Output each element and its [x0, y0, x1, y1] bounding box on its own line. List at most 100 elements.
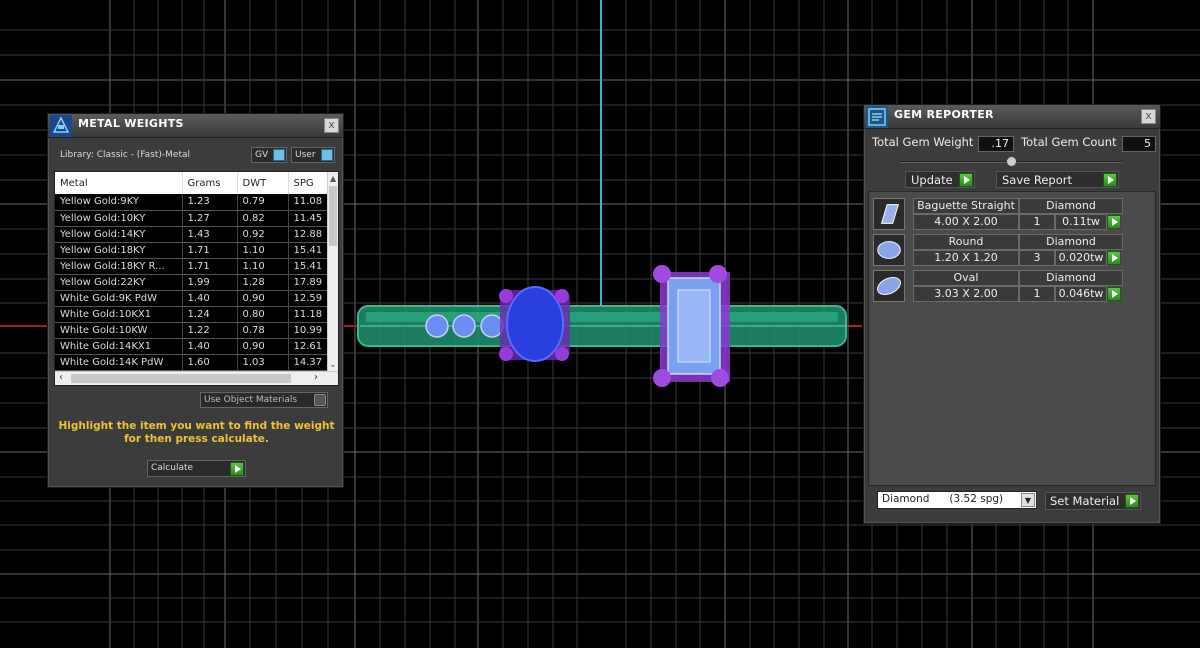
table-row[interactable]: Yellow Gold:10KY 1.27 0.82 11.45 — [55, 210, 334, 227]
gem-shape: Baguette Straight — [913, 198, 1019, 214]
user-toggle-label: User — [295, 150, 316, 160]
gem-reporter-titlebar[interactable]: GEM REPORTER x — [864, 105, 1160, 129]
table-row[interactable]: White Gold:14KX1 1.40 0.90 12.61 — [55, 338, 334, 355]
scroll-thumb[interactable] — [71, 374, 291, 383]
play-arrow-icon[interactable] — [1107, 287, 1121, 301]
close-icon[interactable]: x — [324, 118, 339, 133]
metal-table: Metal Grams DWT SPG Yellow Gold:9KY 1.23 0… — [54, 171, 339, 386]
slider-knob[interactable] — [1006, 156, 1017, 167]
total-gem-weight-label: Total Gem Weight — [872, 135, 974, 149]
metal-cell: Yellow Gold:22KY — [55, 274, 183, 291]
grams-cell: 1.71 — [182, 258, 238, 275]
gem-count: 1 — [1019, 286, 1055, 302]
gv-toggle-label: GV — [255, 150, 269, 160]
gem-size: 4.00 X 2.00 — [913, 214, 1019, 230]
table-row[interactable]: White Gold:10KX1 1.24 0.80 11.18 — [55, 306, 334, 323]
metal-cell: Yellow Gold:9KY — [55, 194, 183, 211]
update-label: Update — [911, 173, 953, 187]
update-button[interactable]: Update — [905, 171, 975, 188]
round-gem-icon — [873, 234, 905, 266]
metal-weights-icon — [50, 115, 72, 137]
gv-toggle[interactable]: GV — [251, 147, 287, 163]
instruction-text: Highlight the item you want to find the … — [58, 420, 335, 445]
save-report-button[interactable]: Save Report — [996, 171, 1119, 188]
table-row[interactable]: Yellow Gold:9KY 1.23 0.79 11.08 — [55, 194, 334, 211]
gem-list-item[interactable]: Oval Diamond 3.03 X 2.00 1 0.046tw — [873, 270, 1131, 302]
metal-weights-panel: METAL WEIGHTS x Library: Classic - (Fast… — [47, 113, 344, 488]
use-object-materials-label: Use Object Materials — [204, 395, 298, 405]
scroll-left-icon[interactable]: ‹ — [59, 372, 63, 383]
metal-cell: Yellow Gold:18KY — [55, 242, 183, 259]
dwt-cell: 1.03 — [237, 354, 289, 371]
scroll-thumb[interactable] — [329, 186, 337, 246]
gem-shape: Oval — [913, 270, 1019, 286]
scroll-right-icon[interactable]: › — [314, 372, 318, 383]
gem-count: 1 — [1019, 214, 1055, 230]
gem-weight: 0.046tw — [1055, 286, 1107, 302]
close-icon[interactable]: x — [1141, 109, 1156, 124]
table-row[interactable]: White Gold:9K PdW 1.40 0.90 12.59 — [55, 290, 334, 307]
gem-size: 1.20 X 1.20 — [913, 250, 1019, 266]
dwt-cell: 0.90 — [237, 290, 289, 307]
gem-list-item[interactable]: Baguette Straight Diamond 4.00 X 2.00 1 … — [873, 198, 1131, 230]
column-header-grams[interactable]: Grams — [182, 172, 238, 194]
metal-cell: White Gold:9K PdW — [55, 290, 183, 307]
table-row[interactable]: White Gold:14K PdW 1.60 1.03 14.37 — [55, 354, 334, 371]
oval-gem-icon — [873, 270, 905, 302]
grams-cell: 1.40 — [182, 290, 238, 307]
metal-weights-title: METAL WEIGHTS — [78, 117, 184, 130]
metal-cell: Yellow Gold:10KY — [55, 210, 183, 227]
column-header-dwt[interactable]: DWT — [237, 172, 289, 194]
table-row[interactable]: White Gold:10KW 1.22 0.78 10.99 — [55, 322, 334, 339]
total-gem-count-value: 5 — [1122, 136, 1156, 152]
user-toggle[interactable]: User — [291, 147, 335, 163]
metal-cell: White Gold:14K PdW — [55, 354, 183, 371]
table-row[interactable]: Yellow Gold:18KY R... 1.71 1.10 15.41 — [55, 258, 334, 275]
metal-weights-titlebar[interactable]: METAL WEIGHTS x — [48, 114, 343, 138]
table-row[interactable]: Yellow Gold:22KY 1.99 1.28 17.89 — [55, 274, 334, 291]
dwt-cell: 0.79 — [237, 194, 289, 211]
grams-cell: 1.23 — [182, 194, 238, 211]
column-header-metal[interactable]: Metal — [55, 172, 183, 194]
gem-weight: 0.020tw — [1055, 250, 1107, 266]
set-material-button[interactable]: Set Material — [1045, 492, 1141, 510]
grams-cell: 1.71 — [182, 242, 238, 259]
gem-size: 3.03 X 2.00 — [913, 286, 1019, 302]
gem-list: Baguette Straight Diamond 4.00 X 2.00 1 … — [868, 191, 1156, 486]
play-arrow-icon — [1125, 494, 1139, 508]
library-label: Library: Classic - (Fast)-Metal — [60, 150, 191, 160]
gem-reporter-icon — [866, 106, 888, 128]
chevron-down-icon[interactable]: ▼ — [1021, 493, 1035, 507]
dwt-cell: 1.28 — [237, 274, 289, 291]
table-header-row: Metal Grams DWT SPG — [55, 172, 334, 194]
grams-cell: 1.27 — [182, 210, 238, 227]
horizontal-scrollbar[interactable]: ‹ › — [55, 371, 338, 385]
scroll-down-icon[interactable]: ⌄ — [329, 360, 337, 370]
gem-shape: Round — [913, 234, 1019, 250]
gem-reporter-title: GEM REPORTER — [894, 108, 994, 121]
save-report-label: Save Report — [1002, 173, 1073, 187]
metal-cell: Yellow Gold:18KY R... — [55, 258, 183, 275]
grams-cell: 1.24 — [182, 306, 238, 323]
table-row[interactable]: Yellow Gold:14KY 1.43 0.92 12.88 — [55, 226, 334, 243]
grams-cell: 1.99 — [182, 274, 238, 291]
calculate-label: Calculate — [151, 463, 194, 473]
total-gem-count-label: Total Gem Count — [1021, 135, 1117, 149]
gem-reporter-panel: GEM REPORTER x Total Gem Weight .17 Tota… — [863, 104, 1161, 524]
vertical-scrollbar[interactable]: ▲ ⌄ — [327, 172, 338, 372]
gem-material: Diamond — [1019, 270, 1123, 286]
play-arrow-icon[interactable] — [1107, 215, 1121, 229]
grams-cell: 1.22 — [182, 322, 238, 339]
calculate-button[interactable]: Calculate — [147, 460, 246, 477]
use-object-materials-toggle[interactable]: Use Object Materials — [200, 392, 328, 408]
play-arrow-icon — [230, 462, 244, 476]
gem-material: Diamond — [1019, 198, 1123, 214]
metal-cell: White Gold:10KW — [55, 322, 183, 339]
material-select[interactable]: Diamond (3.52 spg) ▼ — [877, 491, 1037, 509]
gem-slider[interactable] — [900, 156, 1122, 167]
table-row[interactable]: Yellow Gold:18KY 1.71 1.10 15.41 — [55, 242, 334, 259]
play-arrow-icon[interactable] — [1107, 251, 1121, 265]
gem-list-item[interactable]: Round Diamond 1.20 X 1.20 3 0.020tw — [873, 234, 1131, 266]
total-gem-weight-value: .17 — [978, 136, 1014, 152]
scroll-up-icon[interactable]: ▲ — [330, 174, 336, 183]
